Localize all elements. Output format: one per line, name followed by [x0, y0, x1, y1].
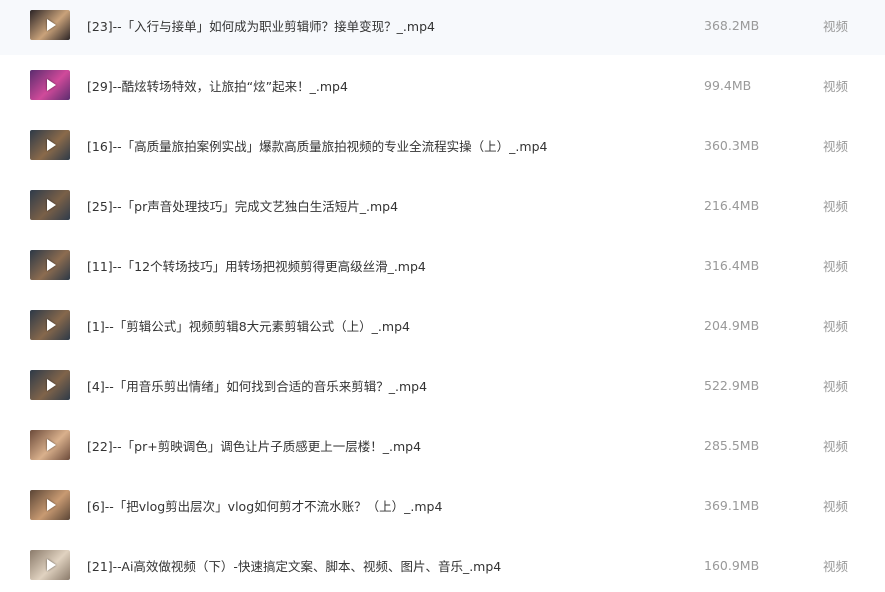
file-name[interactable]: [4]--「用音乐剪出情绪」如何找到合适的音乐来剪辑？_.mp4 [87, 376, 427, 395]
file-size: 99.4MB [704, 77, 752, 93]
file-name[interactable]: [22]--「pr+剪映调色」调色让片子质感更上一层楼！_.mp4 [87, 436, 421, 455]
file-size: 160.9MB [704, 557, 760, 573]
video-thumbnail[interactable] [30, 490, 70, 520]
video-thumbnail[interactable] [30, 370, 70, 400]
play-icon [46, 499, 56, 511]
file-size: 360.3MB [704, 137, 760, 153]
video-thumbnail[interactable] [30, 430, 70, 460]
video-thumbnail[interactable] [30, 70, 70, 100]
file-name[interactable]: [21]--Ai高效做视频（下）-快速搞定文案、脚本、视频、图片、音乐_.mp4 [87, 556, 501, 575]
file-size: 316.4MB [704, 257, 760, 273]
file-row[interactable]: [23]--「入行与接单」如何成为职业剪辑师？接单变现？_.mp4 368.2MB… [0, 0, 885, 55]
video-thumbnail[interactable] [30, 310, 70, 340]
file-name[interactable]: [11]--「12个转场技巧」用转场把视频剪得更高级丝滑_.mp4 [87, 256, 426, 275]
file-size: 204.9MB [704, 317, 760, 333]
file-type: 视频 [823, 138, 849, 154]
video-thumbnail[interactable] [30, 550, 70, 580]
file-type: 视频 [823, 18, 849, 34]
video-thumbnail[interactable] [30, 130, 70, 160]
file-row[interactable]: [21]--Ai高效做视频（下）-快速搞定文案、脚本、视频、图片、音乐_.mp4… [0, 535, 885, 592]
video-thumbnail[interactable] [30, 250, 70, 280]
file-name[interactable]: [25]--「pr声音处理技巧」完成文艺独白生活短片_.mp4 [87, 196, 398, 215]
video-thumbnail[interactable] [30, 190, 70, 220]
play-icon [46, 319, 56, 331]
file-size: 368.2MB [704, 17, 760, 33]
file-list: [23]--「入行与接单」如何成为职业剪辑师？接单变现？_.mp4 368.2MB… [0, 0, 885, 592]
play-icon [46, 439, 56, 451]
file-size: 369.1MB [704, 497, 760, 513]
file-row[interactable]: [6]--「把vlog剪出层次」vlog如何剪才不流水账？（上）_.mp4 369… [0, 475, 885, 535]
file-row[interactable]: [29]--酷炫转场特效，让旅拍“炫”起来！_.mp4 99.4MB 视频 [0, 55, 885, 115]
file-row[interactable]: [25]--「pr声音处理技巧」完成文艺独白生活短片_.mp4 216.4MB 视频 [0, 175, 885, 235]
file-name[interactable]: [23]--「入行与接单」如何成为职业剪辑师？接单变现？_.mp4 [87, 16, 435, 35]
file-type: 视频 [823, 198, 849, 214]
file-type: 视频 [823, 498, 849, 514]
file-name[interactable]: [29]--酷炫转场特效，让旅拍“炫”起来！_.mp4 [87, 76, 348, 95]
file-type: 视频 [823, 78, 849, 94]
file-name[interactable]: [16]--「高质量旅拍案例实战」爆款高质量旅拍视频的专业全流程实操（上）_.m… [87, 136, 547, 155]
file-name[interactable]: [6]--「把vlog剪出层次」vlog如何剪才不流水账？（上）_.mp4 [87, 496, 442, 515]
video-thumbnail[interactable] [30, 10, 70, 40]
play-icon [46, 79, 56, 91]
file-type: 视频 [823, 558, 849, 574]
file-type: 视频 [823, 438, 849, 454]
file-size: 285.5MB [704, 437, 760, 453]
file-type: 视频 [823, 258, 849, 274]
play-icon [46, 259, 56, 271]
file-type: 视频 [823, 378, 849, 394]
file-row[interactable]: [4]--「用音乐剪出情绪」如何找到合适的音乐来剪辑？_.mp4 522.9MB 视… [0, 355, 885, 415]
file-row[interactable]: [11]--「12个转场技巧」用转场把视频剪得更高级丝滑_.mp4 316.4MB… [0, 235, 885, 295]
file-name[interactable]: [1]--「剪辑公式」视频剪辑8大元素剪辑公式（上）_.mp4 [87, 316, 410, 335]
play-icon [46, 139, 56, 151]
play-icon [46, 199, 56, 211]
file-row[interactable]: [22]--「pr+剪映调色」调色让片子质感更上一层楼！_.mp4 285.5MB… [0, 415, 885, 475]
play-icon [46, 19, 56, 31]
file-size: 216.4MB [704, 197, 760, 213]
play-icon [46, 379, 56, 391]
play-icon [46, 559, 56, 571]
file-type: 视频 [823, 318, 849, 334]
file-row[interactable]: [1]--「剪辑公式」视频剪辑8大元素剪辑公式（上）_.mp4 204.9MB 视频 [0, 295, 885, 355]
file-row[interactable]: [16]--「高质量旅拍案例实战」爆款高质量旅拍视频的专业全流程实操（上）_.m… [0, 115, 885, 175]
file-size: 522.9MB [704, 377, 760, 393]
